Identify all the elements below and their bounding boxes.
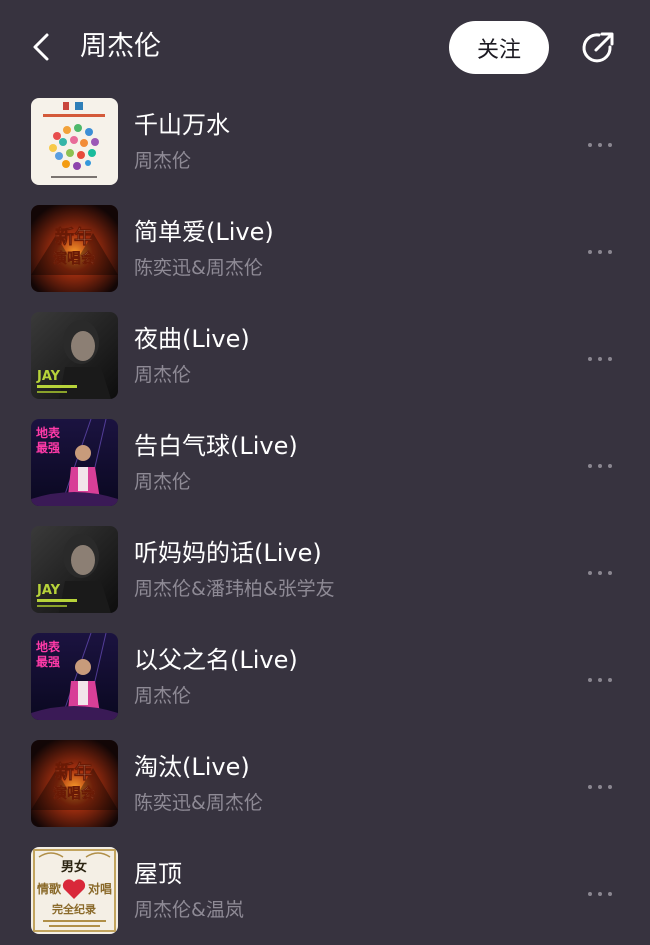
song-title: 以父之名(Live) [134, 646, 298, 674]
page-title: 周杰伦 [80, 31, 161, 62]
earth-tour-cover[interactable]: 地表 最强 [31, 633, 118, 720]
more-options-button[interactable] [580, 877, 620, 903]
love-songs-collection-cover[interactable]: 男女 情歌 对唱 完全纪录 [31, 847, 118, 934]
earth-tour-cover[interactable]: 地表 最强 [31, 419, 118, 506]
more-dots-icon [585, 132, 615, 151]
more-options-button[interactable] [580, 235, 620, 261]
jay-concert-cover[interactable]: JAY [31, 312, 118, 399]
song-row[interactable]: 新年 演唱会 淘汰(Live) 陈奕迅&周杰伦 [0, 730, 650, 837]
svg-text:地表: 地表 [36, 425, 61, 440]
song-title: 屋顶 [134, 860, 182, 888]
more-dots-icon [585, 774, 615, 793]
svg-text:最强: 最强 [36, 441, 60, 455]
song-row[interactable]: 地表 最强 告白气球(Live) 周杰伦 [0, 409, 650, 516]
more-dots-icon [585, 346, 615, 365]
jay-concert-cover[interactable]: JAY [31, 526, 118, 613]
more-dots-icon [585, 881, 615, 900]
song-artist: 陈奕迅&周杰伦 [134, 257, 263, 279]
share-button[interactable] [578, 28, 618, 68]
song-list: 千山万水周杰伦 新年 演唱会 简单爱(Live) 陈奕迅&周杰伦 JAY 夜曲(L… [0, 88, 650, 944]
svg-text:演唱会: 演唱会 [53, 250, 96, 267]
more-dots-icon [585, 560, 615, 579]
svg-text:新年: 新年 [55, 225, 93, 248]
song-artist: 周杰伦 [134, 471, 192, 493]
colorful-dots-cover[interactable] [31, 98, 118, 185]
song-row[interactable]: 千山万水 周杰伦 [0, 88, 650, 195]
song-title: 千山万水 [134, 111, 230, 139]
more-dots-icon [585, 453, 615, 472]
song-row[interactable]: JAY 夜曲(Live) 周杰伦 [0, 302, 650, 409]
more-options-button[interactable] [580, 128, 620, 154]
svg-text:JAY: JAY [36, 583, 61, 598]
more-options-button[interactable] [580, 342, 620, 368]
more-dots-icon [585, 239, 615, 258]
more-dots-icon [585, 667, 615, 686]
more-options-button[interactable] [580, 663, 620, 689]
svg-text:情歌: 情歌 [37, 881, 62, 896]
song-row[interactable]: 男女 情歌 对唱 完全纪录 屋顶周杰伦&温岚 [0, 837, 650, 944]
svg-text:对唱: 对唱 [88, 881, 112, 896]
new-year-concert-cover[interactable]: 新年 演唱会 [31, 740, 118, 827]
svg-text:新年: 新年 [55, 760, 93, 783]
song-title: 告白气球(Live) [134, 432, 298, 460]
song-title: 淘汰(Live) [134, 753, 250, 781]
song-artist: 陈奕迅&周杰伦 [134, 792, 263, 814]
follow-button[interactable]: 关注 [449, 21, 549, 74]
new-year-concert-cover[interactable]: 新年 演唱会 [31, 205, 118, 292]
svg-text:演唱会: 演唱会 [53, 785, 96, 802]
svg-text:完全纪录: 完全纪录 [52, 902, 96, 916]
song-row[interactable]: 新年 演唱会 简单爱(Live) 陈奕迅&周杰伦 [0, 195, 650, 302]
song-artist: 周杰伦 [134, 364, 192, 386]
song-artist: 周杰伦 [134, 685, 192, 707]
back-button[interactable] [24, 28, 58, 66]
more-options-button[interactable] [580, 449, 620, 475]
chevron-left-icon [33, 33, 49, 61]
song-artist: 周杰伦 [134, 150, 192, 172]
share-arrow-icon [582, 32, 614, 63]
song-title: 简单爱(Live) [134, 218, 274, 246]
song-artist: 周杰伦&温岚 [134, 899, 244, 921]
more-options-button[interactable] [580, 770, 620, 796]
svg-text:男女: 男女 [61, 859, 87, 875]
top-bar: 周杰伦 关注 [0, 0, 650, 95]
song-row[interactable]: JAY 听妈妈的话(Live) 周杰伦&潘玮柏&张学友 [0, 516, 650, 623]
svg-text:地表: 地表 [36, 639, 61, 654]
more-options-button[interactable] [580, 556, 620, 582]
svg-text:最强: 最强 [36, 655, 60, 669]
svg-text:JAY: JAY [36, 369, 61, 384]
song-title: 夜曲(Live) [134, 325, 250, 353]
song-artist: 周杰伦&潘玮柏&张学友 [134, 578, 335, 600]
song-row[interactable]: 地表 最强 以父之名(Live) 周杰伦 [0, 623, 650, 730]
song-title: 听妈妈的话(Live) [134, 539, 322, 567]
